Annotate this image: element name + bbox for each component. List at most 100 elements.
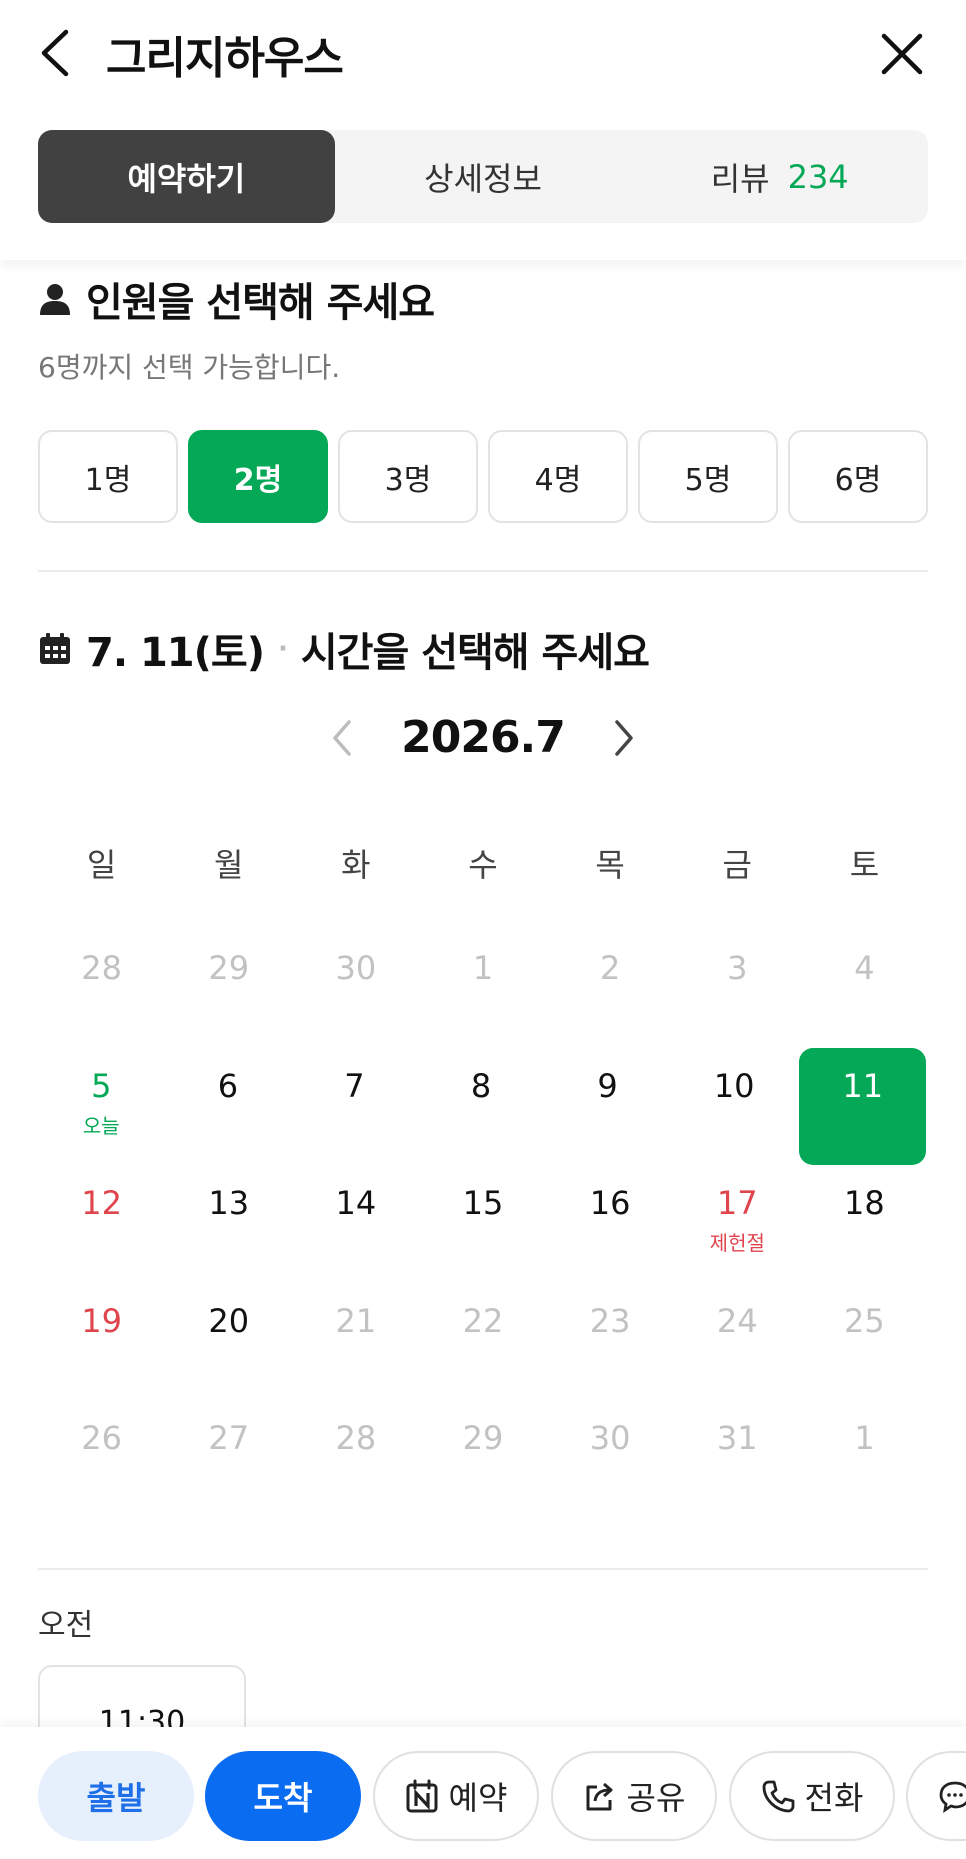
calendar-day[interactable]: 10 — [671, 1048, 798, 1166]
tab-bar: 예약하기 상세정보 리뷰 234 — [38, 130, 928, 223]
calendar-day[interactable]: 17 제헌절 — [674, 1165, 801, 1283]
share-icon — [586, 1782, 613, 1811]
day-annotation: 제헌절 — [709, 1231, 765, 1255]
divider — [38, 570, 928, 572]
day-number: 25 — [844, 1301, 885, 1340]
page-title: 그리지하우스 — [106, 33, 344, 84]
calendar-day[interactable]: 15 — [419, 1165, 546, 1283]
chat-icon — [939, 1781, 966, 1813]
tab-reservation-label: 예약하기 — [127, 159, 246, 198]
tab-details-label: 상세정보 — [424, 159, 542, 198]
calendar-day[interactable]: 9 — [544, 1048, 671, 1166]
date-section-title: 7. 11(토) · 시간을 선택해 주세요 — [38, 620, 650, 678]
selected-date: 7. 11(토) — [86, 630, 265, 676]
back-button[interactable] — [36, 26, 80, 80]
calendar-day[interactable]: 14 — [292, 1165, 419, 1283]
calendar-day[interactable]: 16 — [547, 1165, 674, 1283]
weekday-label: 목 — [595, 846, 625, 884]
day-number: 8 — [470, 1066, 492, 1105]
calendar-day: 30 — [547, 1400, 674, 1518]
day-number: 20 — [208, 1301, 250, 1340]
day-number: 31 — [716, 1419, 758, 1457]
calendar-week: 5 오늘 6 7 8 9 10 11 — [38, 1047, 928, 1166]
party-option-1[interactable]: 1명 — [38, 430, 178, 523]
calendar-day[interactable]: 12 — [38, 1165, 165, 1283]
party-option-6[interactable]: 6명 — [788, 430, 928, 523]
weekday-label: 화 — [341, 846, 371, 884]
calendar-day: 31 — [674, 1400, 801, 1518]
tab-details[interactable]: 상세정보 — [335, 130, 632, 223]
tab-reviews[interactable]: 리뷰 234 — [631, 130, 928, 223]
day-number: 23 — [589, 1301, 631, 1340]
day-number: 9 — [597, 1066, 618, 1105]
close-button[interactable] — [878, 30, 926, 78]
day-number: 27 — [208, 1419, 250, 1457]
day-number: 1 — [854, 1419, 875, 1457]
day-number: 18 — [844, 1184, 885, 1222]
calendar-day: 1 — [801, 1400, 928, 1518]
calendar: 일 월 화 수 목 금 토 28 29 30 1 2 3 4 5 오늘 6 7 8 9 10 11 12 13 1… — [38, 830, 928, 1518]
day-number: 17 — [716, 1184, 758, 1222]
tab-reservation[interactable]: 예약하기 — [38, 130, 335, 223]
chat-button[interactable] — [906, 1751, 966, 1841]
reserve-button[interactable]: 예약 — [373, 1751, 539, 1841]
calendar-day: 28 — [292, 1400, 419, 1518]
calendar-day[interactable]: 7 — [291, 1048, 418, 1166]
calendar-day-today[interactable]: 5 오늘 — [38, 1048, 165, 1166]
calendar-day: 25 — [801, 1283, 928, 1401]
party-option-2[interactable]: 2명 — [188, 430, 328, 523]
weekday-label: 수 — [468, 846, 498, 884]
departure-button[interactable]: 출발 — [38, 1751, 194, 1841]
day-number: 14 — [335, 1184, 377, 1222]
day-number: 6 — [217, 1066, 239, 1105]
day-number: 4 — [854, 949, 875, 987]
day-annotation: 오늘 — [82, 1113, 120, 1138]
calendar-day: 29 — [419, 1400, 546, 1518]
day-number: 22 — [462, 1301, 504, 1340]
weekday-label: 금 — [722, 846, 752, 884]
day-number: 28 — [335, 1419, 377, 1457]
party-section-title: 인원을 선택해 주세요 — [38, 270, 435, 328]
month-navigation: 2026.7 — [0, 712, 966, 763]
calendar-day: 30 — [292, 930, 419, 1048]
party-options: 1명 2명 3명 4명 5명 6명 — [38, 430, 928, 523]
calendar-day[interactable]: 6 — [165, 1048, 292, 1166]
calendar-day[interactable]: 18 — [801, 1165, 928, 1283]
day-number: 19 — [81, 1301, 122, 1340]
calendar-day: 28 — [38, 930, 165, 1048]
day-number: 12 — [81, 1184, 122, 1222]
calendar-day-selected[interactable]: 11 — [799, 1047, 927, 1165]
calendar-day[interactable]: 19 — [38, 1283, 165, 1401]
day-number: 5 — [91, 1066, 112, 1105]
calendar-day: 3 — [674, 930, 801, 1048]
day-number: 24 — [716, 1301, 758, 1340]
party-title-text: 인원을 선택해 주세요 — [86, 280, 435, 326]
party-option-5[interactable]: 5명 — [638, 430, 778, 523]
calendar-day[interactable]: 13 — [165, 1165, 292, 1283]
calendar-day: 29 — [165, 930, 292, 1048]
next-month-icon[interactable] — [609, 718, 639, 758]
day-number: 11 — [842, 1066, 884, 1105]
prev-month-icon[interactable] — [327, 718, 357, 758]
calendar-day: 26 — [38, 1400, 165, 1518]
day-number: 13 — [208, 1184, 250, 1222]
calendar-week: 28 29 30 1 2 3 4 — [38, 930, 928, 1048]
naver-calendar-icon — [406, 1779, 438, 1813]
party-option-4[interactable]: 4명 — [488, 430, 628, 523]
weekday-header: 일 월 화 수 목 금 토 — [38, 830, 928, 900]
calendar-week: 12 13 14 15 16 17 제헌절 18 — [38, 1165, 928, 1283]
weekday-label: 월 — [213, 846, 244, 884]
calendar-day: 24 — [674, 1283, 801, 1401]
call-button[interactable]: 전화 — [729, 1751, 895, 1841]
header: 그리지하우스 예약하기 상세정보 리뷰 234 — [0, 0, 966, 260]
bottom-action-bar: 출발 도착 예약 공유 전화 — [0, 1727, 966, 1859]
share-button[interactable]: 공유 — [551, 1751, 717, 1841]
day-number: 30 — [335, 949, 377, 987]
calendar-day[interactable]: 8 — [418, 1048, 545, 1166]
calendar-day[interactable]: 20 — [165, 1283, 292, 1401]
day-number: 26 — [81, 1419, 122, 1457]
share-label: 공유 — [626, 1779, 686, 1817]
arrival-button[interactable]: 도착 — [205, 1751, 361, 1841]
party-option-3[interactable]: 3명 — [338, 430, 478, 523]
person-icon — [40, 284, 70, 315]
